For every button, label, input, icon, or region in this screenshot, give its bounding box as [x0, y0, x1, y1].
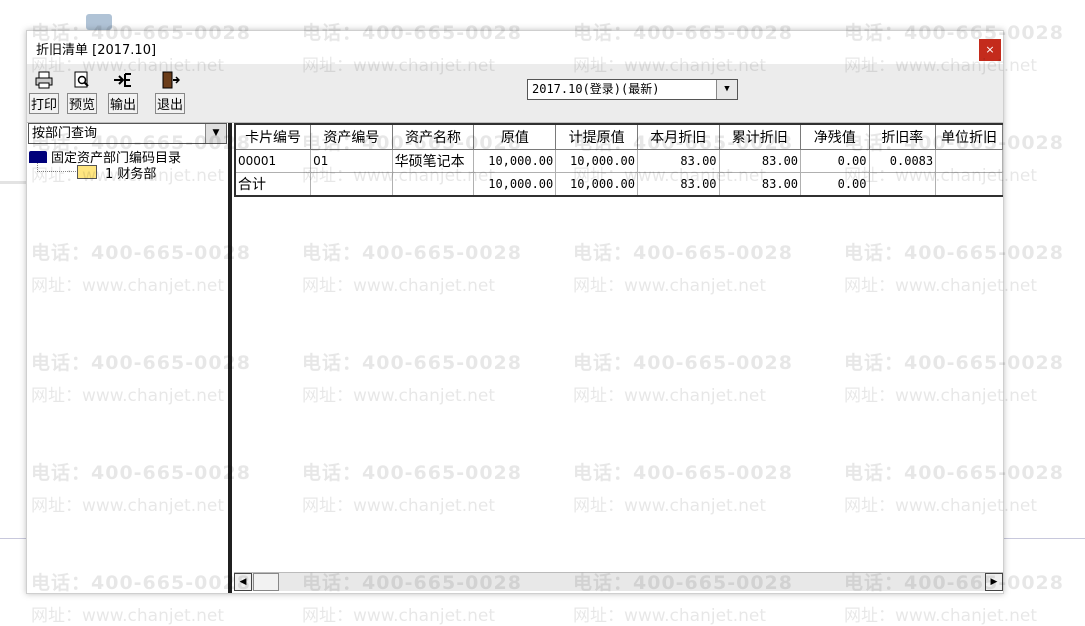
table-cell[interactable]: 0.0083: [868, 149, 937, 173]
export-button[interactable]: 输出: [108, 71, 138, 114]
title-bar: 折旧清单 [2017.10] ×: [27, 31, 1003, 64]
preview-icon: [67, 71, 97, 91]
table-cell[interactable]: 10,000.00: [555, 172, 639, 197]
toolbar: 打印 预览 输出 退出 2017.10(登录)(最新) ▼: [27, 64, 1003, 123]
table-cell[interactable]: 83.00: [637, 172, 720, 197]
folder-icon: [29, 151, 47, 163]
column-header[interactable]: 原值: [473, 123, 557, 150]
table-cell[interactable]: 华硕笔记本: [391, 149, 475, 173]
table-header-row: 卡片编号 资产编号 资产名称 原值 计提原值 本月折旧 累计折旧 净残值 折旧率…: [234, 123, 1003, 150]
table-cell[interactable]: 00001: [234, 149, 312, 173]
chevron-down-icon[interactable]: ▼: [205, 124, 226, 143]
scroll-right-arrow-icon[interactable]: ▶: [985, 573, 1003, 591]
table-cell[interactable]: 合计: [234, 172, 312, 197]
period-select[interactable]: 2017.10(登录)(最新) ▼: [527, 79, 738, 100]
print-button[interactable]: 打印: [29, 71, 59, 114]
scroll-thumb[interactable]: [253, 573, 279, 591]
background-app-icon: [86, 14, 112, 30]
department-tree-pane: 按部门查询 ▼ 固定资产部门编码目录 1 财务部: [27, 123, 232, 593]
printer-icon: [29, 71, 59, 91]
chevron-down-icon[interactable]: ▼: [716, 80, 737, 99]
exit-label: 退出: [155, 93, 185, 114]
table-row[interactable]: 00001 01 华硕笔记本 10,000.00 10,000.00 83.00…: [234, 149, 1003, 173]
table-cell[interactable]: 10,000.00: [473, 172, 557, 197]
column-header[interactable]: 折旧率: [868, 123, 937, 150]
query-mode-select[interactable]: 按部门查询 ▼: [28, 123, 227, 144]
exit-button[interactable]: 退出: [155, 71, 185, 114]
exit-door-icon: [155, 71, 185, 91]
close-button[interactable]: ×: [979, 39, 1001, 61]
export-label: 输出: [108, 93, 138, 114]
scroll-left-arrow-icon[interactable]: ◀: [234, 573, 252, 591]
table-cell[interactable]: [391, 172, 475, 197]
table-cell[interactable]: 0.00: [800, 149, 870, 173]
preview-label: 预览: [67, 93, 97, 114]
horizontal-scrollbar[interactable]: ◀ ▶: [234, 572, 1003, 591]
table-cell[interactable]: 83.00: [637, 149, 720, 173]
column-header[interactable]: 计提原值: [555, 123, 639, 150]
query-mode-value: 按部门查询: [32, 126, 98, 141]
tree-node-label: 1 财务部: [105, 167, 157, 182]
column-header[interactable]: 单位折旧: [935, 123, 1003, 150]
period-value: 2017.10(登录)(最新): [532, 82, 660, 96]
depreciation-list-window: 折旧清单 [2017.10] × 打印 预览 输出 退出 2017.10(登录)…: [26, 30, 1004, 594]
table-cell[interactable]: [310, 172, 393, 197]
table-cell[interactable]: [935, 172, 1003, 197]
depreciation-table-area: 卡片编号 资产编号 资产名称 原值 计提原值 本月折旧 累计折旧 净残值 折旧率…: [234, 123, 1003, 572]
folder-open-icon: [77, 165, 97, 179]
table-total-row[interactable]: 合计 10,000.00 10,000.00 83.00 83.00 0.00: [234, 172, 1003, 197]
column-header[interactable]: 净残值: [800, 123, 870, 150]
window-title: 折旧清单 [2017.10]: [36, 43, 157, 58]
column-header[interactable]: 本月折旧: [637, 123, 720, 150]
table-cell[interactable]: 01: [310, 149, 393, 173]
print-label: 打印: [29, 93, 59, 114]
table-cell[interactable]: 10,000.00: [473, 149, 557, 173]
tree-node-finance[interactable]: 1 财务部: [77, 163, 156, 182]
table-cell[interactable]: [868, 172, 937, 197]
column-header[interactable]: 卡片编号: [234, 123, 312, 150]
table-cell[interactable]: 0.00: [800, 172, 870, 197]
table-cell[interactable]: 83.00: [718, 172, 802, 197]
column-header[interactable]: 资产名称: [391, 123, 475, 150]
column-header[interactable]: 资产编号: [310, 123, 393, 150]
depreciation-table: 卡片编号 资产编号 资产名称 原值 计提原值 本月折旧 累计折旧 净残值 折旧率…: [234, 123, 1003, 197]
table-cell[interactable]: [935, 149, 1003, 173]
table-cell[interactable]: 10,000.00: [555, 149, 639, 173]
preview-button[interactable]: 预览: [67, 71, 97, 114]
table-cell[interactable]: 83.00: [718, 149, 802, 173]
export-icon: [108, 71, 138, 91]
column-header[interactable]: 累计折旧: [718, 123, 802, 150]
